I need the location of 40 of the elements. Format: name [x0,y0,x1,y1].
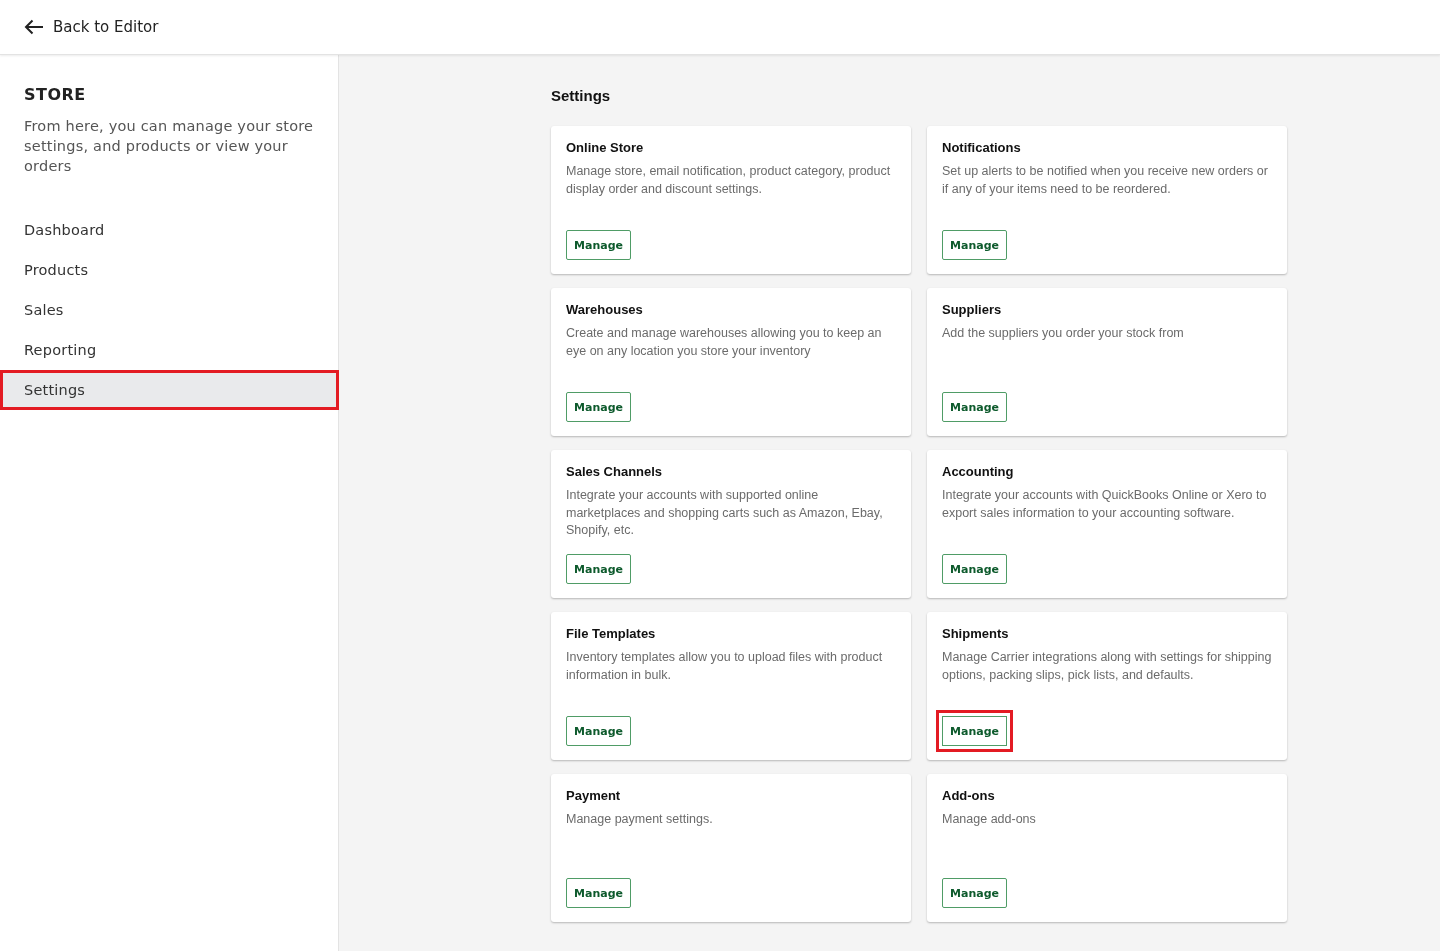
manage-button[interactable]: Manage [942,230,1007,260]
manage-button[interactable]: Manage [936,710,1013,752]
manage-button[interactable]: Manage [566,554,631,584]
manage-button[interactable]: Manage [942,554,1007,584]
card-description: Manage payment settings. [566,811,714,828]
manage-button[interactable]: Manage [942,878,1007,908]
card-description: Set up alerts to be notified when you receive new orders or if any of your items need to be reordered. [942,163,1269,198]
page-title: Settings [551,86,612,106]
card-description: Inventory templates allow you to upload files with product information in bulk. [566,649,884,684]
card-description: Integrate your accounts with supported online marketplaces and shopping carts such as Amazon, Ebay, Shopify, etc. [566,487,884,539]
sidebar-item[interactable]: Reporting [0,330,338,370]
card-title: Add-ons [942,788,996,803]
card-description: Manage Carrier integrations along with settings for shipping options, packing slips, pick lists, and defaults. [942,649,1272,684]
card-title: Suppliers [942,302,1003,317]
card-title: File Templates [566,626,657,641]
card-title: Shipments [942,626,1010,641]
manage-button[interactable]: Manage [942,392,1007,422]
sidebar-item[interactable]: Dashboard [0,210,338,250]
card-description: Manage add-ons [942,811,1037,828]
sidebar-item[interactable]: Sales [0,290,338,330]
sidebar-title: STORE [24,85,87,104]
card-title: Notifications [942,140,1022,155]
card-description: Create and manage warehouses allowing you to keep an eye on any location you store your inventory [566,325,883,360]
card-title: Sales Channels [566,464,664,479]
card-description: Add the suppliers you order your stock from [942,325,1185,342]
card-title: Warehouses [566,302,644,317]
back-to-editor-link[interactable]: Back to Editor [24,18,159,36]
card-title: Online Store [566,140,645,155]
card-description: Manage store, email notification, product category, product display order and discount settings. [566,163,892,198]
sidebar-description: From here, you can manage your store settings, and products or view your orders [24,117,314,176]
sidebar-item[interactable]: Products [0,250,338,290]
manage-button[interactable]: Manage [566,878,631,908]
card-description: Integrate your accounts with QuickBooks Online or Xero to export sales information to your accounting software. [942,487,1268,522]
sidebar-item[interactable]: Settings [0,370,339,410]
manage-button[interactable]: Manage [566,230,631,260]
back-arrow-icon [24,19,44,35]
manage-button[interactable]: Manage [566,392,631,422]
card-title: Payment [566,788,622,803]
card-title: Accounting [942,464,1015,479]
manage-button[interactable]: Manage [566,716,631,746]
